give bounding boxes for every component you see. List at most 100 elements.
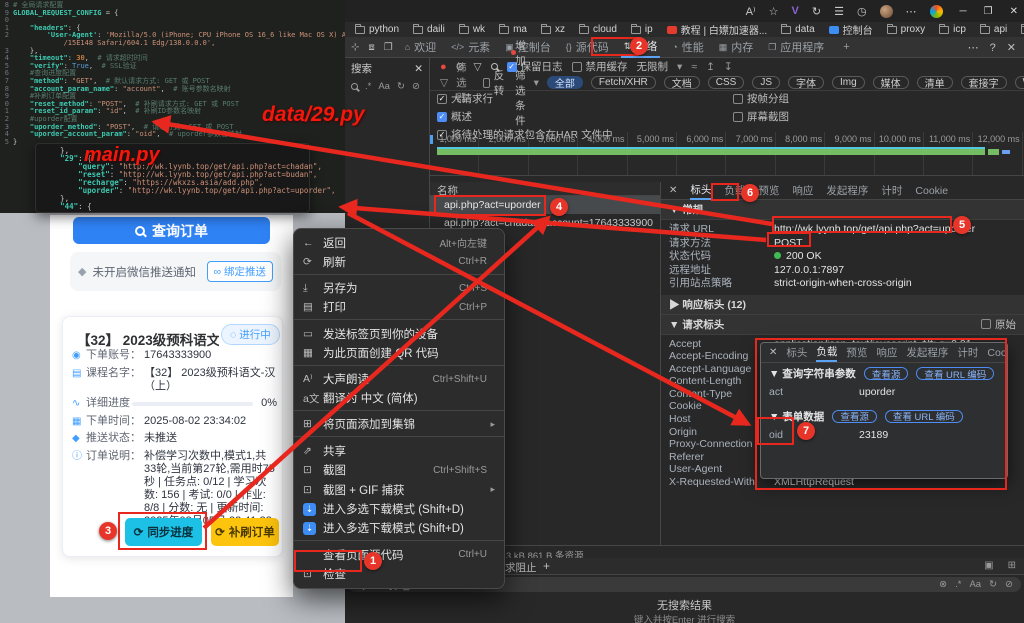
add-drawer-tab-button[interactable]: + — [543, 559, 550, 573]
titlebar-icon[interactable] — [879, 4, 893, 18]
devtools-tool-icon[interactable]: ⊹ — [351, 42, 359, 53]
view-source-button[interactable]: 查看源 — [832, 409, 877, 423]
context-menu-item[interactable]: 查看页面源代码 Ctrl+U — [294, 545, 504, 565]
cancel-search-icon[interactable]: ⊘ — [1005, 579, 1013, 590]
response-headers-section[interactable]: ▶ 响应标头 (12) — [669, 297, 746, 312]
details-tab[interactable]: 发起程序 — [826, 182, 868, 200]
context-menu-item[interactable]: ⊡ 截图 + GIF 捕获 ▸ — [294, 480, 504, 500]
context-menu-item[interactable]: ⤓ 另存为 Ctrl+S — [294, 279, 504, 299]
record-icon[interactable]: ● — [440, 61, 447, 73]
details-tab[interactable]: 响应 — [792, 182, 813, 200]
bookmark-item[interactable]: api — [979, 23, 1007, 35]
option-checkbox[interactable]: 屏幕截图 — [733, 109, 893, 124]
titlebar-icon[interactable]: V — [792, 5, 799, 17]
devtools-tool-icon[interactable]: ⧈ — [368, 42, 374, 53]
payload-tab[interactable]: Cookie — [987, 344, 1007, 362]
devtools-tab[interactable]: ⇅ 网络 — [620, 37, 661, 58]
match-case-toggle[interactable]: Aa — [969, 579, 981, 590]
drawer-tab-partial[interactable]: 求阻止 — [505, 560, 537, 575]
bind-push-button[interactable]: ∞ 绑定推送 — [206, 261, 273, 282]
option-checkbox[interactable]: ✓ 概述 — [437, 109, 697, 124]
clear-search-icon[interactable]: ⊘ — [412, 81, 420, 92]
close-devtools-icon[interactable]: ✕ — [1007, 41, 1016, 54]
import-har-icon[interactable]: ↥ — [706, 61, 715, 73]
network-conditions-icon[interactable]: ≈ — [691, 61, 697, 73]
bookmark-item[interactable]: wk — [458, 23, 485, 35]
option-checkbox[interactable]: 按帧分组 — [733, 91, 893, 106]
devtools-tool-icon[interactable]: ❐ — [384, 42, 393, 53]
titlebar-icon[interactable]: ⋯ — [906, 5, 917, 18]
refill-order-button[interactable]: ⟳ 补刷订单 — [211, 518, 279, 546]
titlebar-icon[interactable]: A⁾ — [746, 5, 756, 18]
context-menu-item[interactable]: A⁾ 大声朗读 Ctrl+Shift+U — [294, 370, 504, 390]
query-string-section[interactable]: ▼ 查询字符串参数 — [769, 366, 856, 381]
titlebar-icon[interactable]: ☆ — [769, 5, 779, 18]
titlebar-icon[interactable]: ↻ — [812, 5, 821, 18]
request-type-pill[interactable]: Wasm — [1014, 76, 1024, 89]
context-menu-item[interactable]: ▤ 打印 Ctrl+P — [294, 298, 504, 320]
payload-tab[interactable]: 发起程序 — [906, 344, 948, 362]
payload-tab[interactable]: 响应 — [876, 344, 897, 362]
payload-tab[interactable]: 标头 — [786, 344, 807, 362]
context-menu-item[interactable]: ⊡ 截图 Ctrl+Shift+S — [294, 461, 504, 481]
context-menu-item[interactable]: ⇗ 共享 — [294, 441, 504, 461]
context-menu-item[interactable]: ⇣ 进入多选下载模式 (Shift+D) — [294, 500, 504, 520]
view-url-encoded-button[interactable]: 查看 URL 编码 — [916, 367, 995, 381]
code-editor-content[interactable]: 8 # 全局请求配置 9 GLOBAL_REQUEST_CONFIG = {0 1 "h… — [0, 0, 409, 146]
help-icon[interactable]: ? — [990, 42, 996, 54]
request-row[interactable]: api.php?act=uporder — [430, 196, 660, 214]
regex-toggle[interactable]: .* — [365, 81, 371, 92]
titlebar-icon[interactable]: ─ — [960, 6, 967, 17]
more-icon[interactable]: ⋯ — [968, 41, 979, 54]
refresh-search-icon[interactable]: ↻ — [397, 81, 405, 92]
general-section-header[interactable]: ▼ 常规 — [669, 202, 703, 217]
request-type-pill[interactable]: 套接字 — [960, 76, 1007, 90]
refresh-search-icon[interactable]: ↻ — [989, 579, 997, 590]
filter-icon[interactable]: ▽ — [473, 61, 481, 73]
close-details-icon[interactable]: ✕ — [669, 185, 677, 196]
bookmark-item[interactable]: icp — [939, 23, 966, 35]
raw-headers-checkbox[interactable]: 原始 — [981, 317, 1016, 332]
bookmark-item[interactable]: ma — [499, 23, 527, 35]
query-order-button[interactable]: 查询订单 — [73, 217, 270, 244]
devtools-tab[interactable]: ❐ 应用程序 — [765, 37, 827, 58]
context-menu-item[interactable]: ▭ 发送标签页到你的设备 — [294, 324, 504, 344]
throttling-select[interactable]: 无限制 — [637, 59, 669, 74]
disable-cache-checkbox[interactable]: 禁用缓存 — [571, 59, 628, 74]
context-menu-item[interactable]: ⊞ 将页面添加到集锦 ▸ — [294, 415, 504, 437]
context-menu-item[interactable]: ⊡ 检查 — [294, 565, 504, 585]
details-tab[interactable]: 负载 — [724, 182, 745, 200]
details-tab[interactable]: 计时 — [881, 182, 902, 200]
payload-tab[interactable]: 预览 — [846, 344, 867, 362]
request-type-pill[interactable]: Img — [832, 76, 865, 89]
view-url-encoded-button[interactable]: 查看 URL 编码 — [884, 409, 963, 423]
search-icon[interactable] — [351, 83, 358, 90]
view-source-button[interactable]: 查看源 — [863, 367, 909, 381]
clear-input-icon[interactable]: ⊗ — [939, 579, 947, 590]
request-headers-section[interactable]: ▼ 请求标头 — [669, 317, 724, 332]
bookmark-item[interactable]: daili — [413, 23, 445, 35]
bookmark-item[interactable]: data — [781, 23, 815, 35]
devtools-tab[interactable]: ▦ 内存 — [716, 37, 757, 58]
bookmark-item[interactable]: proxy — [886, 23, 925, 35]
chevron-down-icon[interactable]: ▾ — [677, 61, 682, 73]
context-menu-item[interactable]: ⇣ 进入多选下载模式 (Shift+D) — [294, 519, 504, 541]
request-type-pill[interactable]: 字体 — [788, 76, 824, 90]
titlebar-icon[interactable]: ◷ — [857, 5, 867, 18]
titlebar-icon[interactable]: ☰ — [834, 5, 844, 18]
expand-drawer-icon[interactable]: ⊞ — [1008, 560, 1016, 571]
bookmark-item[interactable]: 教程 | 白嫖加速器... — [666, 22, 767, 37]
request-type-pill[interactable]: Fetch/XHR — [590, 76, 656, 89]
devtools-tab[interactable]: ▣ 控制台 — [502, 37, 554, 58]
details-tab[interactable]: 标头 — [690, 182, 712, 200]
details-tab[interactable]: Cookie — [915, 182, 948, 200]
devtools-tab[interactable]: </> 元素 — [448, 37, 493, 58]
bookmark-item[interactable]: 控制台 — [828, 22, 873, 37]
close-search-pane-icon[interactable]: ✕ — [414, 63, 423, 75]
dock-side-icon[interactable]: ▣ — [984, 560, 993, 571]
details-tab[interactable]: 预览 — [758, 182, 779, 200]
request-type-pill[interactable]: 媒体 — [872, 76, 909, 90]
form-data-section[interactable]: ▼ 表单数据 — [769, 409, 824, 424]
context-menu-item[interactable]: a文 翻译为 中文 (简体) — [294, 389, 504, 411]
request-type-pill[interactable]: 清单 — [916, 76, 953, 90]
